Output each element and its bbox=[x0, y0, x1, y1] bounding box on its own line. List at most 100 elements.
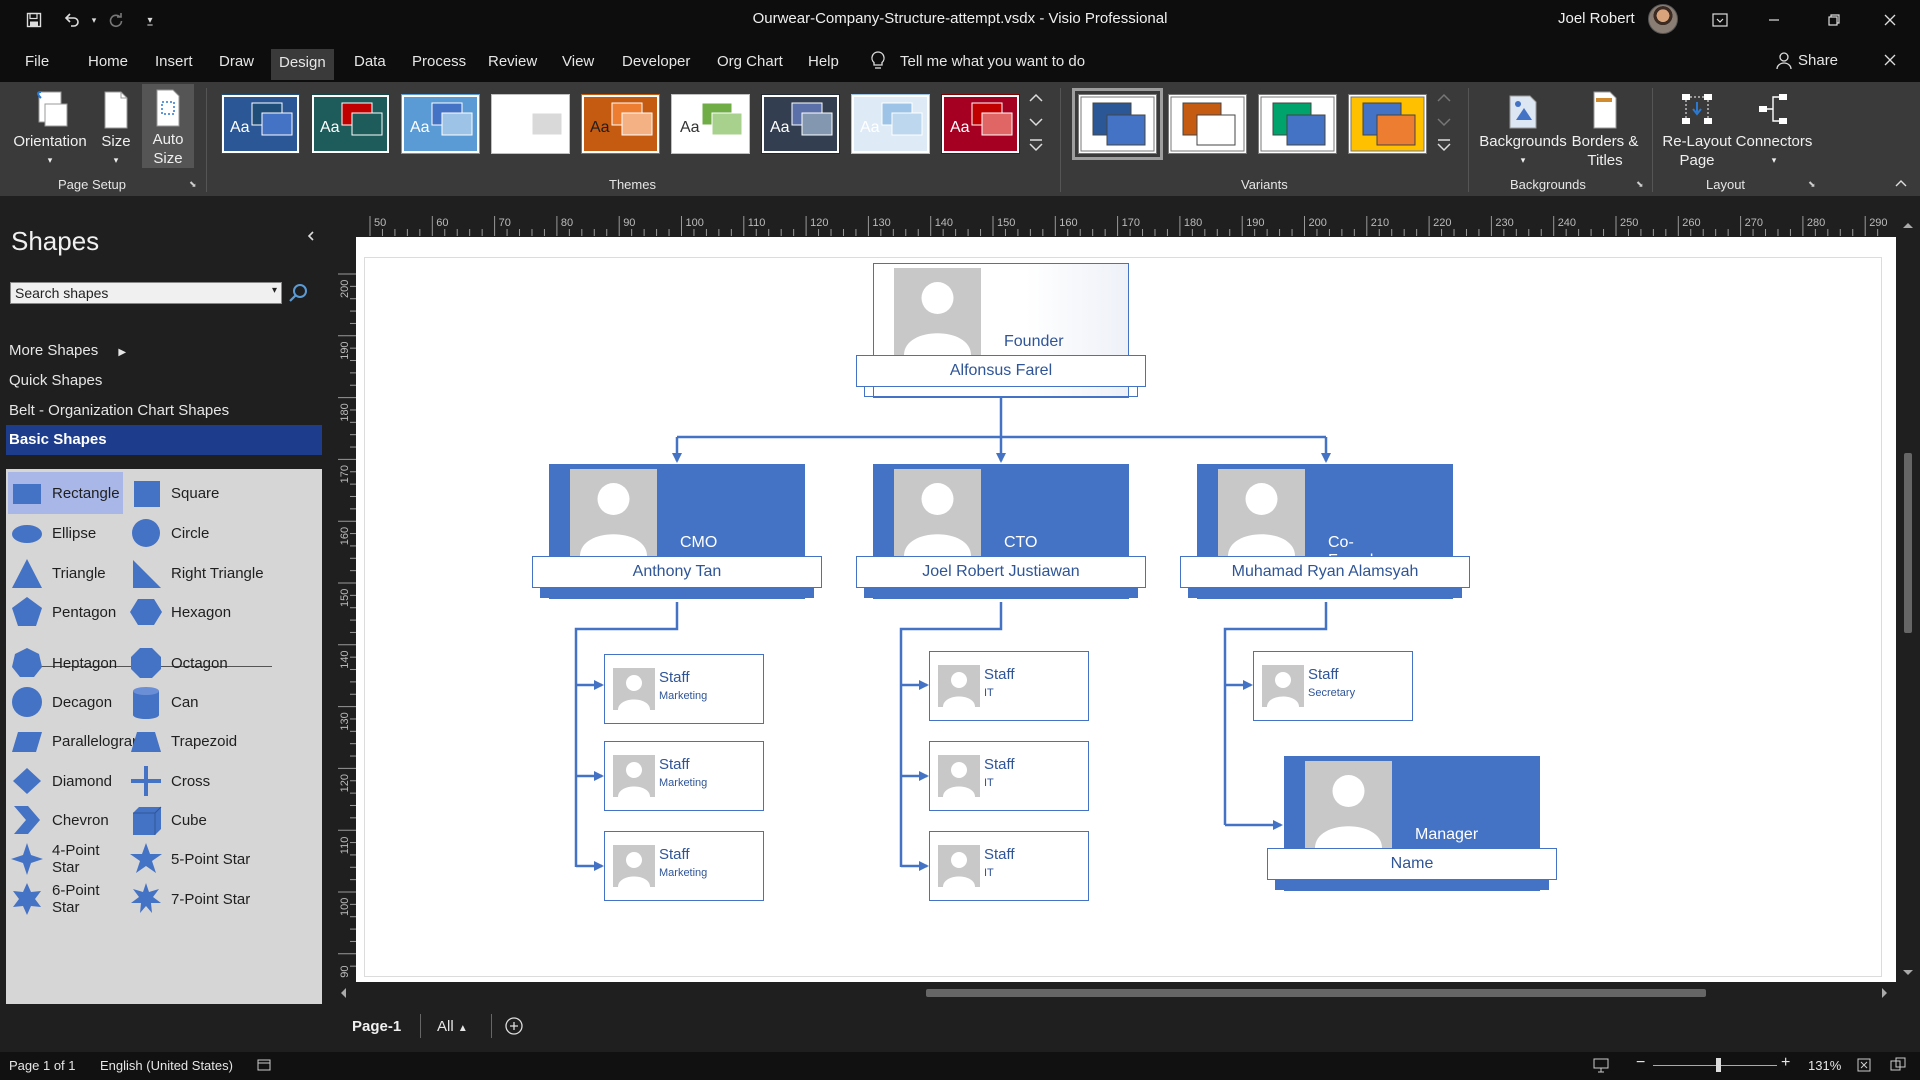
tab-home[interactable]: Home bbox=[80, 50, 136, 76]
more-shapes-link[interactable]: More Shapes ▶ bbox=[9, 342, 126, 359]
macro-recording-icon[interactable] bbox=[256, 1057, 272, 1073]
customize-qat-icon[interactable]: ▾̲ bbox=[138, 8, 162, 32]
theme-thumbnail[interactable]: Aa bbox=[311, 94, 390, 154]
tell-me-box[interactable]: Tell me what you want to do bbox=[870, 51, 1085, 71]
stencil-shape-octagon[interactable]: Octagon bbox=[127, 642, 307, 684]
stencil-shape-rectangle[interactable]: Rectangle bbox=[8, 472, 123, 514]
connectors-button[interactable]: Connectors ▾ bbox=[1734, 86, 1814, 170]
stencil-shape-5-point-star[interactable]: 5-Point Star bbox=[127, 838, 307, 880]
tab-process[interactable]: Process bbox=[404, 50, 474, 76]
borders-titles-button[interactable]: Borders & Titles bbox=[1570, 86, 1640, 170]
org-chart-shapes-link[interactable]: Belt - Organization Chart Shapes bbox=[9, 402, 229, 419]
size-button[interactable]: Size ▾ bbox=[96, 86, 136, 170]
restore-icon[interactable] bbox=[1814, 4, 1854, 36]
dialog-launcher-icon[interactable]: ⬊ bbox=[1636, 179, 1644, 190]
stencil-shape-heptagon[interactable]: Heptagon bbox=[8, 642, 123, 684]
stencil-shape-cross[interactable]: Cross bbox=[127, 760, 307, 802]
theme-thumbnail[interactable]: Aa bbox=[761, 94, 840, 154]
page-indicator[interactable]: Page 1 of 1 bbox=[9, 1058, 76, 1073]
theme-thumbnail[interactable]: Aa bbox=[221, 94, 300, 154]
staff-card[interactable]: Staff IT bbox=[929, 651, 1089, 721]
quick-shapes-link[interactable]: Quick Shapes bbox=[9, 372, 102, 389]
staff-card[interactable]: Staff IT bbox=[929, 741, 1089, 811]
add-page-icon[interactable] bbox=[504, 1016, 524, 1036]
stencil-shape-can[interactable]: Can bbox=[127, 681, 307, 723]
theme-thumbnail[interactable] bbox=[491, 94, 570, 154]
search-icon[interactable] bbox=[288, 282, 310, 304]
variants-up-icon[interactable] bbox=[1436, 92, 1454, 110]
vertical-ruler[interactable]: 200 190 180 170 160 150 140 130 120 110 100 90 bbox=[336, 236, 356, 982]
collapse-pane-icon[interactable] bbox=[306, 230, 316, 242]
horizontal-ruler[interactable]: 50 60 70 80 90 100 110 120 130 140 150 160 170 180 190… bbox=[336, 214, 1896, 236]
zoom-slider-thumb[interactable] bbox=[1716, 1058, 1721, 1072]
language-indicator[interactable]: English (United States) bbox=[100, 1058, 233, 1073]
basic-shapes-stencil[interactable]: Basic Shapes bbox=[6, 425, 322, 455]
theme-thumbnail[interactable]: Aa bbox=[671, 94, 750, 154]
tab-developer[interactable]: Developer bbox=[614, 50, 698, 76]
ribbon-display-icon[interactable] bbox=[1700, 4, 1740, 36]
avatar[interactable] bbox=[1648, 4, 1678, 34]
stencil-shape-7-point-star[interactable]: 7-Point Star bbox=[127, 878, 307, 920]
minimize-icon[interactable] bbox=[1754, 4, 1794, 36]
tab-data[interactable]: Data bbox=[346, 50, 394, 76]
stencil-shape-ellipse[interactable]: Ellipse bbox=[8, 512, 123, 554]
tab-insert[interactable]: Insert bbox=[147, 50, 201, 76]
card-name[interactable]: Anthony Tan bbox=[532, 556, 822, 588]
staff-card[interactable]: Staff Marketing bbox=[604, 741, 764, 811]
collapse-ribbon-icon[interactable] bbox=[1894, 178, 1908, 188]
stencil-shape-decagon[interactable]: Decagon bbox=[8, 681, 123, 723]
theme-thumbnail[interactable]: Aa bbox=[941, 94, 1020, 154]
stencil-shape-circle[interactable]: Circle bbox=[127, 512, 307, 554]
variants-more-icon[interactable] bbox=[1436, 138, 1454, 156]
stencil-shape-cube[interactable]: Cube bbox=[127, 799, 307, 841]
dialog-launcher-icon[interactable]: ⬊ bbox=[189, 179, 197, 190]
zoom-slider-track[interactable] bbox=[1653, 1065, 1777, 1066]
staff-card[interactable]: Staff Marketing bbox=[604, 654, 764, 724]
zoom-level[interactable]: 131% bbox=[1808, 1058, 1841, 1073]
search-shapes-input[interactable]: Search shapes bbox=[10, 282, 282, 304]
search-dropdown-icon[interactable]: ▾ bbox=[272, 285, 277, 296]
gallery-more-icon[interactable] bbox=[1028, 138, 1046, 156]
theme-thumbnail[interactable]: Aa bbox=[401, 94, 480, 154]
close-document-icon[interactable] bbox=[1870, 44, 1910, 76]
variant-thumbnail[interactable] bbox=[1168, 94, 1247, 154]
save-icon[interactable] bbox=[22, 8, 46, 32]
theme-thumbnail[interactable]: Aa bbox=[581, 94, 660, 154]
gallery-up-icon[interactable] bbox=[1028, 92, 1046, 110]
tab-design[interactable]: Design bbox=[271, 49, 334, 80]
undo-icon[interactable] bbox=[60, 8, 84, 32]
stencil-shape-right-triangle[interactable]: Right Triangle bbox=[127, 552, 307, 594]
gallery-down-icon[interactable] bbox=[1028, 116, 1046, 134]
backgrounds-button[interactable]: Backgrounds ▾ bbox=[1478, 86, 1568, 170]
variants-down-icon[interactable] bbox=[1436, 116, 1454, 134]
connector-line[interactable] bbox=[574, 602, 679, 867]
undo-dropdown-icon[interactable]: ▾ bbox=[82, 8, 106, 32]
vertical-scrollbar[interactable] bbox=[1896, 218, 1920, 982]
variant-thumbnail[interactable] bbox=[1072, 88, 1163, 160]
stencil-shape-diamond[interactable]: Diamond bbox=[8, 760, 123, 802]
horizontal-scrollbar[interactable] bbox=[336, 982, 1896, 1004]
auto-size-button[interactable]: Auto Size bbox=[142, 84, 194, 168]
theme-thumbnail[interactable]: Aa bbox=[851, 94, 930, 154]
tab-review[interactable]: Review bbox=[480, 50, 545, 76]
stencil-shape-chevron[interactable]: Chevron bbox=[8, 799, 123, 841]
stencil-shape-trapezoid[interactable]: Trapezoid bbox=[127, 720, 307, 762]
user-name[interactable]: Joel Robert bbox=[1558, 10, 1635, 27]
presentation-mode-icon[interactable] bbox=[1592, 1057, 1610, 1073]
relayout-page-button[interactable]: Re-Layout Page bbox=[1658, 86, 1736, 170]
zoom-in-icon[interactable]: + bbox=[1781, 1054, 1790, 1072]
tab-file[interactable]: File bbox=[17, 50, 57, 76]
staff-card[interactable]: Staff IT bbox=[929, 831, 1089, 901]
stencil-shape-triangle[interactable]: Triangle bbox=[8, 552, 123, 594]
orientation-button[interactable]: Orientation ▾ bbox=[6, 86, 94, 170]
redo-icon[interactable] bbox=[104, 8, 128, 32]
stencil-shape-square[interactable]: Square bbox=[127, 472, 307, 514]
card-name[interactable]: Muhamad Ryan Alamsyah bbox=[1180, 556, 1470, 588]
share-button[interactable]: Share bbox=[1776, 52, 1838, 70]
stencil-shape-4-point-star[interactable]: 4-Point Star bbox=[8, 838, 123, 880]
stencil-shape-hexagon[interactable]: Hexagon bbox=[127, 591, 307, 633]
staff-card[interactable]: Staff Marketing bbox=[604, 831, 764, 901]
stencil-shape-pentagon[interactable]: Pentagon bbox=[8, 591, 123, 633]
card-name[interactable]: Alfonsus Farel bbox=[856, 355, 1146, 387]
stencil-shape-6-point-star[interactable]: 6-Point Star bbox=[8, 878, 123, 920]
